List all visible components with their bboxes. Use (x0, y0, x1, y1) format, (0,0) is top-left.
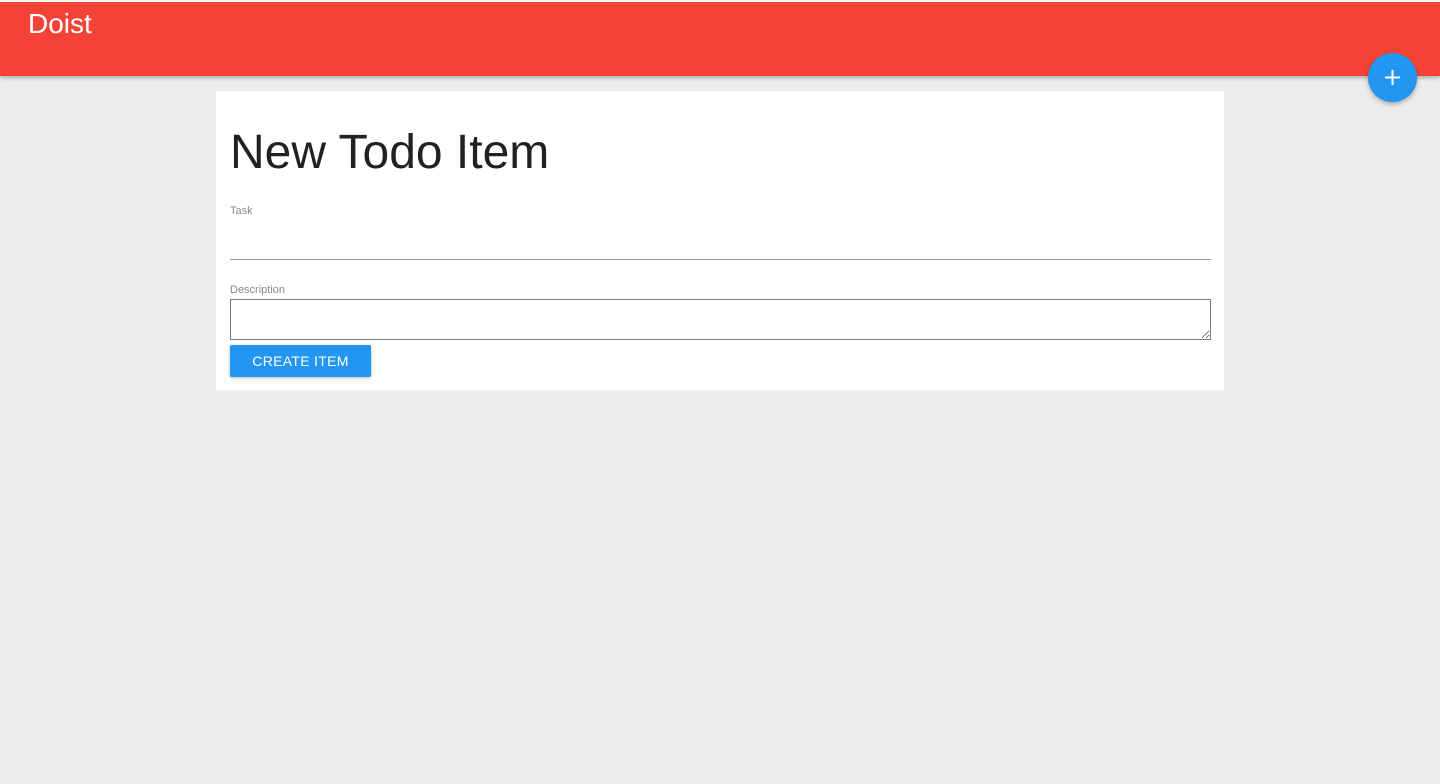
app-title[interactable]: Doist (28, 6, 92, 42)
task-label: Task (230, 205, 253, 217)
page-title: New Todo Item (230, 126, 550, 179)
app-bar: Doist (0, 2, 1440, 76)
task-input[interactable] (230, 231, 1211, 260)
create-item-button[interactable]: CREATE ITEM (230, 345, 371, 377)
description-textarea[interactable] (230, 299, 1211, 340)
description-label: Description (230, 284, 286, 296)
plus-icon (1385, 70, 1400, 85)
new-todo-card: New Todo Item Task Description CREATE IT… (216, 91, 1224, 390)
add-item-fab[interactable] (1368, 53, 1417, 102)
